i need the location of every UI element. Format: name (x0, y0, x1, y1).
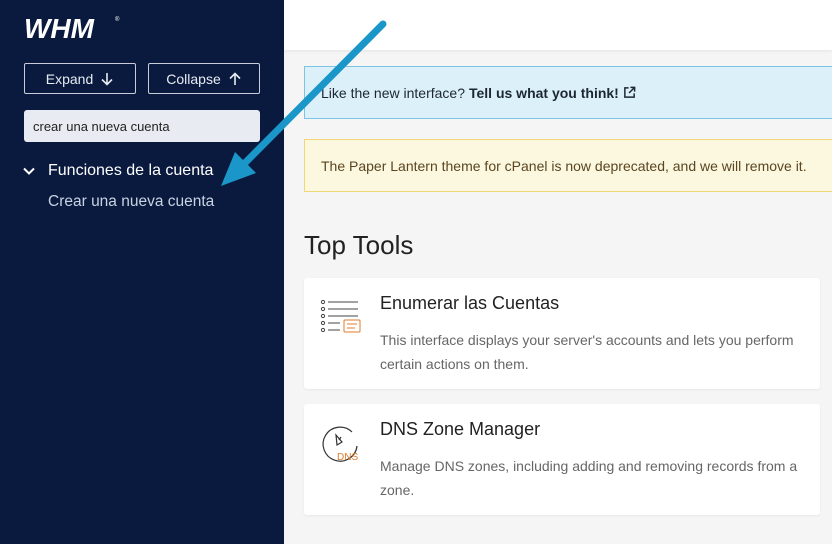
feedback-alert-text: Like the new interface? (321, 84, 465, 101)
svg-text:WHM: WHM (24, 14, 95, 42)
expand-label: Expand (45, 70, 94, 87)
section-account-functions[interactable]: Funciones de la cuenta (22, 162, 213, 180)
arrow-down-icon (101, 72, 113, 86)
whm-logo[interactable]: WHM ® (24, 14, 120, 42)
collapse-label: Collapse (166, 70, 221, 87)
sidebar-item-create-account[interactable]: Crear una nueva cuenta (48, 193, 214, 211)
dns-icon: DNS (322, 426, 358, 463)
expand-button[interactable]: Expand (24, 63, 136, 94)
svg-text:®: ® (115, 16, 120, 23)
section-title: Funciones de la cuenta (48, 162, 214, 179)
tool-card-list-accounts[interactable]: Enumerar las Cuentas This interface disp… (304, 278, 820, 389)
tool-description: This interface displays your server's ac… (380, 332, 794, 372)
tool-description: Manage DNS zones, including adding and r… (380, 458, 798, 498)
feedback-alert: Like the new interface? Tell us what you… (304, 66, 832, 119)
external-link-icon[interactable] (623, 86, 636, 99)
chevron-down-icon (23, 167, 35, 175)
tool-title: DNS Zone Manager (380, 419, 541, 439)
arrow-up-icon (229, 71, 241, 85)
sidebar-search-input[interactable] (24, 110, 260, 142)
top-bar (284, 0, 832, 50)
top-tools-heading: Top Tools (304, 230, 414, 260)
sidebar: WHM ® Expand Collapse Funciones de la cu… (0, 0, 284, 544)
deprecation-alert: The Paper Lantern theme for cPanel is no… (304, 139, 832, 192)
collapse-button[interactable]: Collapse (148, 63, 260, 94)
svg-text:DNS: DNS (337, 452, 358, 463)
tool-title: Enumerar las Cuentas (380, 293, 560, 313)
feedback-link[interactable]: Tell us what you think! (469, 85, 619, 101)
deprecation-alert-text: The Paper Lantern theme for cPanel is no… (321, 157, 807, 174)
account-list-icon (320, 299, 361, 333)
tool-card-dns-zone-manager[interactable]: DNS DNS Zone Manager Manage DNS zones, i… (304, 404, 820, 515)
